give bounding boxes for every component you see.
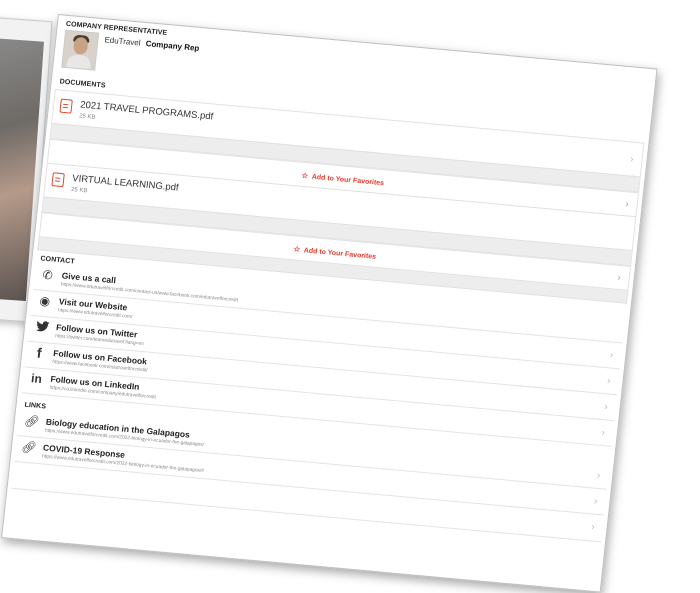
favorite-label: Add to Your Favorites [303, 247, 377, 261]
linkedin-icon: in [30, 371, 43, 386]
chevron-right-icon: › [590, 521, 596, 534]
star-icon: ☆ [301, 170, 309, 181]
rep-role: Company Rep [145, 39, 200, 53]
star-icon: ☆ [293, 244, 301, 254]
chevron-right-icon: › [629, 153, 635, 165]
chevron-right-icon: › [624, 198, 630, 210]
link-icon: 🔗︎ [23, 413, 41, 429]
favorite-label: Add to Your Favorites [311, 173, 385, 188]
chevron-right-icon: › [603, 401, 609, 413]
globe-icon: ◉ [38, 293, 51, 309]
link-icon: 🔗︎ [20, 439, 38, 455]
rep-company: EduTravel [103, 35, 141, 48]
phone-icon: ✆ [41, 267, 54, 283]
chevron-right-icon: › [609, 349, 614, 361]
chevron-right-icon: › [596, 469, 601, 482]
chevron-right-icon: › [600, 427, 606, 439]
avatar [61, 29, 100, 71]
chevron-right-icon: › [593, 495, 599, 507]
pdf-file-icon [59, 98, 73, 114]
pdf-file-icon [51, 172, 65, 188]
chevron-right-icon: › [616, 271, 622, 284]
chevron-right-icon: › [606, 375, 612, 387]
twitter-icon [32, 320, 51, 335]
facebook-icon: f [36, 344, 43, 361]
exhibitor-info-panel: COMPANY REPRESENTATIVE EduTravel Company… [1, 14, 658, 593]
